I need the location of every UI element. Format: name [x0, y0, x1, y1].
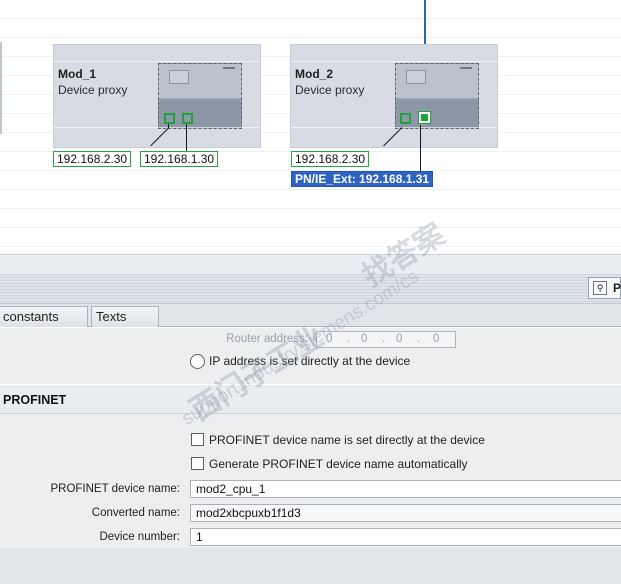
ip-label-mod2-pn-ie-ext[interactable]: PN/IE_Ext: 192.168.1.31	[291, 171, 434, 187]
ip-label-mod2-port1[interactable]: 192.168.2.30	[291, 151, 370, 167]
ip-octet: 0	[396, 333, 403, 345]
module-indicator-icon	[460, 67, 472, 69]
device-name-set-directly-checkbox[interactable]	[191, 433, 204, 446]
tab-constants[interactable]: constants	[0, 306, 88, 327]
profinet-heading: PROFINET	[3, 393, 67, 407]
partial-device-edge	[0, 42, 2, 134]
properties-button[interactable]: ⚲ P	[588, 277, 621, 299]
ip-octet: 0	[433, 333, 440, 345]
tab-label: Texts	[96, 309, 127, 324]
ip-octet: 0	[361, 333, 368, 345]
port-1-mod2[interactable]	[400, 113, 411, 124]
module-chip-icon	[406, 70, 426, 84]
connector-line	[420, 125, 421, 172]
inspector-tabs: constants Texts	[0, 304, 621, 327]
ip-label-mod1-port1[interactable]: 192.168.2.30	[53, 151, 132, 167]
device-band	[291, 127, 497, 128]
device-type: Device proxy	[295, 83, 365, 97]
converted-name-label: Converted name:	[91, 507, 180, 519]
magnifier-list-icon: ⚲	[593, 281, 607, 295]
properties-button-label: P	[613, 281, 621, 295]
tab-label: constants	[3, 309, 59, 324]
module-chip-icon	[169, 70, 189, 84]
port-1-mod1[interactable]	[164, 113, 175, 124]
ip-octet: 0	[326, 333, 333, 345]
device-band	[54, 127, 260, 128]
generate-name-label: Generate PROFINET device name automatica…	[209, 457, 468, 471]
device-name: Mod_2	[295, 67, 334, 81]
port-2-mod2[interactable]	[418, 111, 431, 124]
device-band	[54, 61, 260, 62]
device-name-label: PROFINET device name:	[50, 483, 180, 495]
device-mod2[interactable]: Mod_2 Device proxy	[290, 44, 498, 148]
properties-content: Router address: 0 . 0 . 0 . 0 IP address…	[0, 328, 621, 584]
network-view[interactable]: Mod_1 Device proxy 192.168.2.30 192.168.…	[0, 0, 621, 254]
ip-direct-radio-label: IP address is set directly at the device	[209, 354, 411, 368]
router-address-field[interactable]: 0 . 0 . 0 . 0	[316, 331, 456, 348]
device-name-set-directly-label: PROFINET device name is set directly at …	[209, 433, 485, 447]
generate-name-checkbox[interactable]	[191, 457, 204, 470]
tab-texts[interactable]: Texts	[91, 306, 159, 327]
device-type: Device proxy	[58, 83, 128, 97]
profinet-section-header[interactable]: PROFINET	[0, 384, 621, 414]
connector-line	[186, 124, 187, 152]
device-number-label: Device number:	[99, 531, 180, 543]
device-name: Mod_1	[58, 67, 97, 81]
panel-splitter[interactable]	[0, 254, 621, 274]
ip-dot: .	[417, 333, 421, 345]
bottom-strip	[0, 548, 621, 584]
router-address-label: Router address:	[226, 333, 308, 345]
port-2-mod1[interactable]	[182, 113, 193, 124]
device-band	[291, 61, 497, 62]
device-name-field[interactable]: mod2_cpu_1	[190, 480, 621, 498]
ip-direct-radio[interactable]	[190, 354, 205, 369]
ip-label-mod1-port2[interactable]: 192.168.1.30	[140, 151, 219, 167]
device-number-field[interactable]: 1	[190, 528, 621, 546]
module-indicator-icon	[223, 67, 235, 69]
inspector-toolbar: ⚲ P	[0, 274, 621, 304]
converted-name-field[interactable]: mod2xbcpuxb1f1d3	[190, 504, 621, 522]
ip-dot: .	[347, 333, 351, 345]
ip-dot: .	[382, 333, 386, 345]
device-mod1[interactable]: Mod_1 Device proxy	[53, 44, 261, 148]
